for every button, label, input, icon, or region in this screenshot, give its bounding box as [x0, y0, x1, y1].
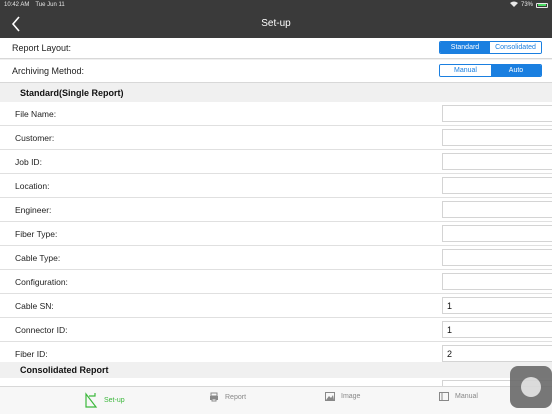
status-bar: 10:42 AM Tue Jun 11 73%: [0, 0, 552, 10]
archiving-method-label: Archiving Method:: [12, 66, 85, 76]
field-label: Cable SN:: [15, 300, 54, 311]
field-row-fiber-type: Fiber Type:: [0, 222, 552, 246]
tab-image[interactable]: Image: [325, 392, 360, 401]
cable-sn-input[interactable]: 1: [442, 297, 552, 314]
field-label: Job ID:: [15, 156, 42, 167]
field-label: Cable Type:: [15, 252, 61, 263]
field-row-configuration: Configuration:: [0, 270, 552, 294]
configuration-input[interactable]: [442, 273, 552, 290]
field-label: File Name:: [15, 108, 57, 119]
job-id-input[interactable]: [442, 153, 552, 170]
field-label: Engineer:: [15, 204, 52, 215]
report-layout-label: Report Layout:: [12, 43, 72, 53]
engineer-input[interactable]: [442, 201, 552, 218]
field-row-customer: Customer:: [0, 126, 552, 150]
report-layout-segmented-control: Standard Consolidated: [439, 41, 542, 54]
field-label: Connector ID:: [15, 324, 68, 335]
assistive-touch-button[interactable]: [510, 366, 552, 408]
field-row-connector-id: Connector ID: 1: [0, 318, 552, 342]
fiber-type-input[interactable]: [442, 225, 552, 242]
battery-icon: [536, 2, 548, 8]
segment-consolidated[interactable]: Consolidated: [490, 42, 541, 53]
field-row-cable-sn: Cable SN: 1: [0, 294, 552, 318]
battery-percent: 73%: [520, 2, 533, 8]
segment-manual[interactable]: Manual: [440, 65, 491, 76]
printer-icon: [210, 392, 218, 402]
tab-label: Set-up: [104, 396, 125, 404]
tab-label: Image: [341, 393, 361, 400]
connector-id-input[interactable]: 1: [442, 321, 552, 338]
wifi-icon: [509, 1, 518, 9]
report-layout-row: Report Layout: Standard Consolidated: [0, 38, 552, 59]
setup-icon: [85, 392, 98, 408]
fiber-id-input[interactable]: 2: [442, 345, 552, 362]
status-time: 10:42 AM: [4, 2, 30, 8]
field-row-file-name: File Name:: [0, 102, 552, 126]
location-input[interactable]: [442, 177, 552, 194]
field-label: Location:: [15, 180, 50, 191]
segment-auto[interactable]: Auto: [491, 65, 541, 76]
tab-manual[interactable]: Manual: [439, 392, 478, 401]
tab-label: Report: [225, 393, 247, 401]
field-row-cable-type: Cable Type:: [0, 246, 552, 270]
section-title-consolidated: Consolidated Report: [20, 365, 109, 375]
field-label: Configuration:: [15, 276, 68, 287]
field-row-location: Location:: [0, 174, 552, 198]
field-label: Fiber Type:: [15, 228, 58, 239]
page-title: Set-up: [261, 18, 291, 29]
tab-bar: Set-up Report Image Manual: [0, 386, 552, 414]
customer-input[interactable]: [442, 129, 552, 146]
field-row-engineer: Engineer:: [0, 198, 552, 222]
section-title-standard: Standard(Single Report): [20, 88, 124, 98]
section-header-consolidated: Consolidated Report: [0, 362, 552, 378]
archiving-method-segmented-control: Manual Auto: [439, 64, 542, 77]
field-label: Fiber ID:: [15, 348, 48, 359]
file-name-input[interactable]: [442, 105, 552, 122]
image-icon: [325, 392, 335, 401]
book-icon: [439, 392, 449, 401]
field-label: Customer:: [15, 132, 55, 143]
section-header-standard: Standard(Single Report): [0, 84, 552, 102]
archiving-method-row: Archiving Method: Manual Auto: [0, 60, 552, 83]
status-date: Tue Jun 11: [35, 2, 65, 8]
tab-setup[interactable]: Set-up: [84, 392, 125, 408]
tab-report[interactable]: Report: [209, 392, 246, 402]
navigation-bar: Set-up: [0, 10, 552, 38]
segment-standard[interactable]: Standard: [440, 42, 490, 53]
cable-type-input[interactable]: [442, 249, 552, 266]
tab-label: Manual: [455, 393, 478, 400]
field-row-job-id: Job ID:: [0, 150, 552, 174]
